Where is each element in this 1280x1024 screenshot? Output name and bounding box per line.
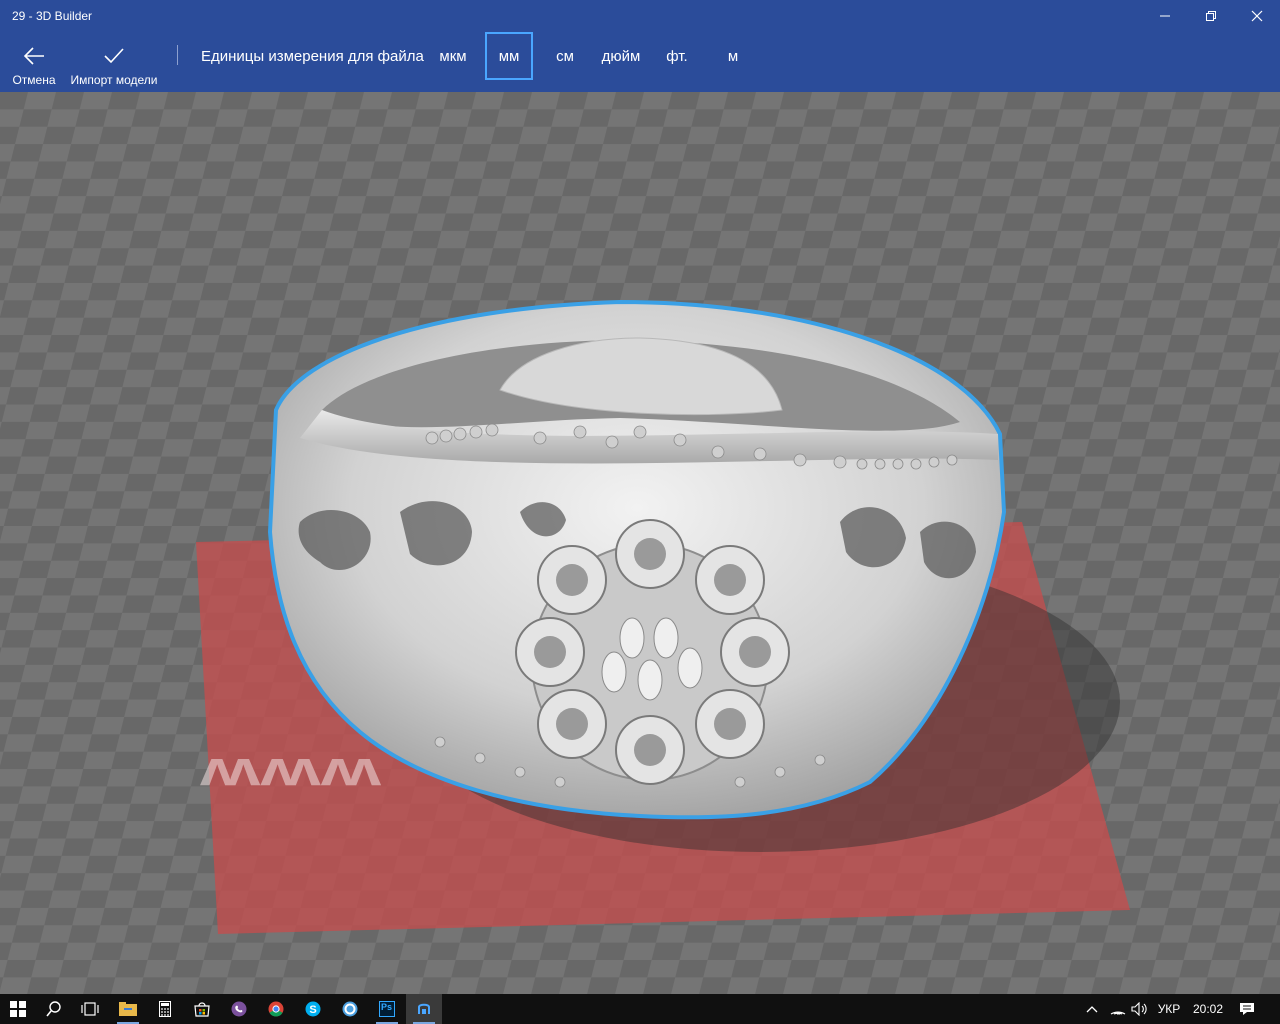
watermark-text: WWW [200, 750, 381, 793]
skype-icon: S [305, 1001, 321, 1017]
start-icon [10, 1001, 26, 1017]
toolbar-divider [177, 45, 178, 65]
units-label: Единицы измерения для файла [201, 48, 424, 65]
3d-builder-icon [418, 1003, 430, 1014]
taskbar-chrome[interactable] [258, 994, 294, 1024]
taskbar-calculator[interactable] [147, 994, 183, 1024]
unit-option-mkm[interactable]: мкм [431, 32, 475, 80]
viber-icon [231, 1001, 247, 1017]
taskbar-skype[interactable]: S [295, 994, 331, 1024]
minimize-button[interactable] [1142, 0, 1188, 32]
title-bar: 29 - 3D Builder [0, 0, 1280, 32]
window-title: 29 - 3D Builder [12, 9, 93, 23]
unit-label: м [727, 47, 739, 65]
speaker-icon [1131, 1002, 1147, 1016]
store-icon [194, 1002, 210, 1017]
unit-label: дюйм [601, 47, 641, 65]
taskbar-app-ring[interactable] [332, 994, 368, 1024]
minimize-icon [1160, 15, 1170, 17]
taskbar-photoshop[interactable]: Ps [369, 994, 405, 1024]
close-icon [1251, 10, 1263, 22]
unit-label: мкм [439, 47, 467, 65]
taskbar: S Ps УКР 20:02 [0, 994, 1280, 1024]
search-button[interactable] [36, 994, 72, 1024]
action-center-button[interactable] [1234, 994, 1260, 1024]
photoshop-label: Ps [381, 1002, 393, 1012]
taskbar-file-explorer[interactable] [110, 994, 146, 1024]
taskbar-store[interactable] [184, 994, 220, 1024]
volume-button[interactable] [1128, 994, 1152, 1024]
task-view-button[interactable] [72, 994, 108, 1024]
notification-icon [1240, 1003, 1254, 1015]
language-indicator[interactable]: УКР [1154, 994, 1184, 1024]
taskbar-viber[interactable] [221, 994, 257, 1024]
back-arrow-icon [23, 44, 45, 68]
tray-overflow-button[interactable] [1080, 994, 1104, 1024]
cancel-button[interactable]: Отмена [8, 32, 60, 92]
unit-option-m[interactable]: м [714, 32, 752, 80]
import-model-button[interactable]: Импорт модели [66, 32, 162, 92]
taskbar-3d-builder[interactable] [406, 994, 442, 1024]
wifi-icon [1110, 1011, 1126, 1015]
unit-option-ft[interactable]: фт. [658, 32, 696, 80]
checkmark-icon [103, 44, 125, 68]
search-icon [46, 1001, 61, 1017]
ring-model[interactable] [267, 299, 1007, 820]
clock[interactable]: 20:02 [1188, 994, 1228, 1024]
toolbar: Отмена Импорт модели Единицы измерения д… [0, 32, 1280, 92]
import-model-label: Импорт модели [70, 73, 158, 87]
cancel-label: Отмена [12, 73, 56, 87]
app-ring-icon [342, 1001, 358, 1017]
chevron-up-icon [1086, 1006, 1098, 1013]
svg-text:S: S [309, 1004, 316, 1016]
network-button[interactable] [1106, 994, 1130, 1024]
unit-label: см [556, 47, 574, 65]
task-view-icon [81, 1002, 99, 1016]
restore-icon [1206, 11, 1216, 21]
flower-ornament [515, 519, 790, 785]
unit-option-cm[interactable]: см [546, 32, 584, 80]
file-explorer-icon [119, 1002, 137, 1016]
unit-option-inch[interactable]: дюйм [596, 32, 646, 80]
3d-viewport[interactable]: WWW [0, 92, 1280, 994]
close-button[interactable] [1234, 0, 1280, 32]
unit-option-mm[interactable]: мм [485, 32, 533, 80]
calculator-icon [159, 1001, 171, 1017]
chrome-icon [268, 1001, 284, 1017]
app-window: 29 - 3D Builder Отмена Импорт модели Еди… [0, 0, 1280, 1024]
unit-label: мм [498, 47, 520, 65]
restore-button[interactable] [1188, 0, 1234, 32]
start-button[interactable] [0, 994, 36, 1024]
unit-label: фт. [666, 47, 688, 65]
